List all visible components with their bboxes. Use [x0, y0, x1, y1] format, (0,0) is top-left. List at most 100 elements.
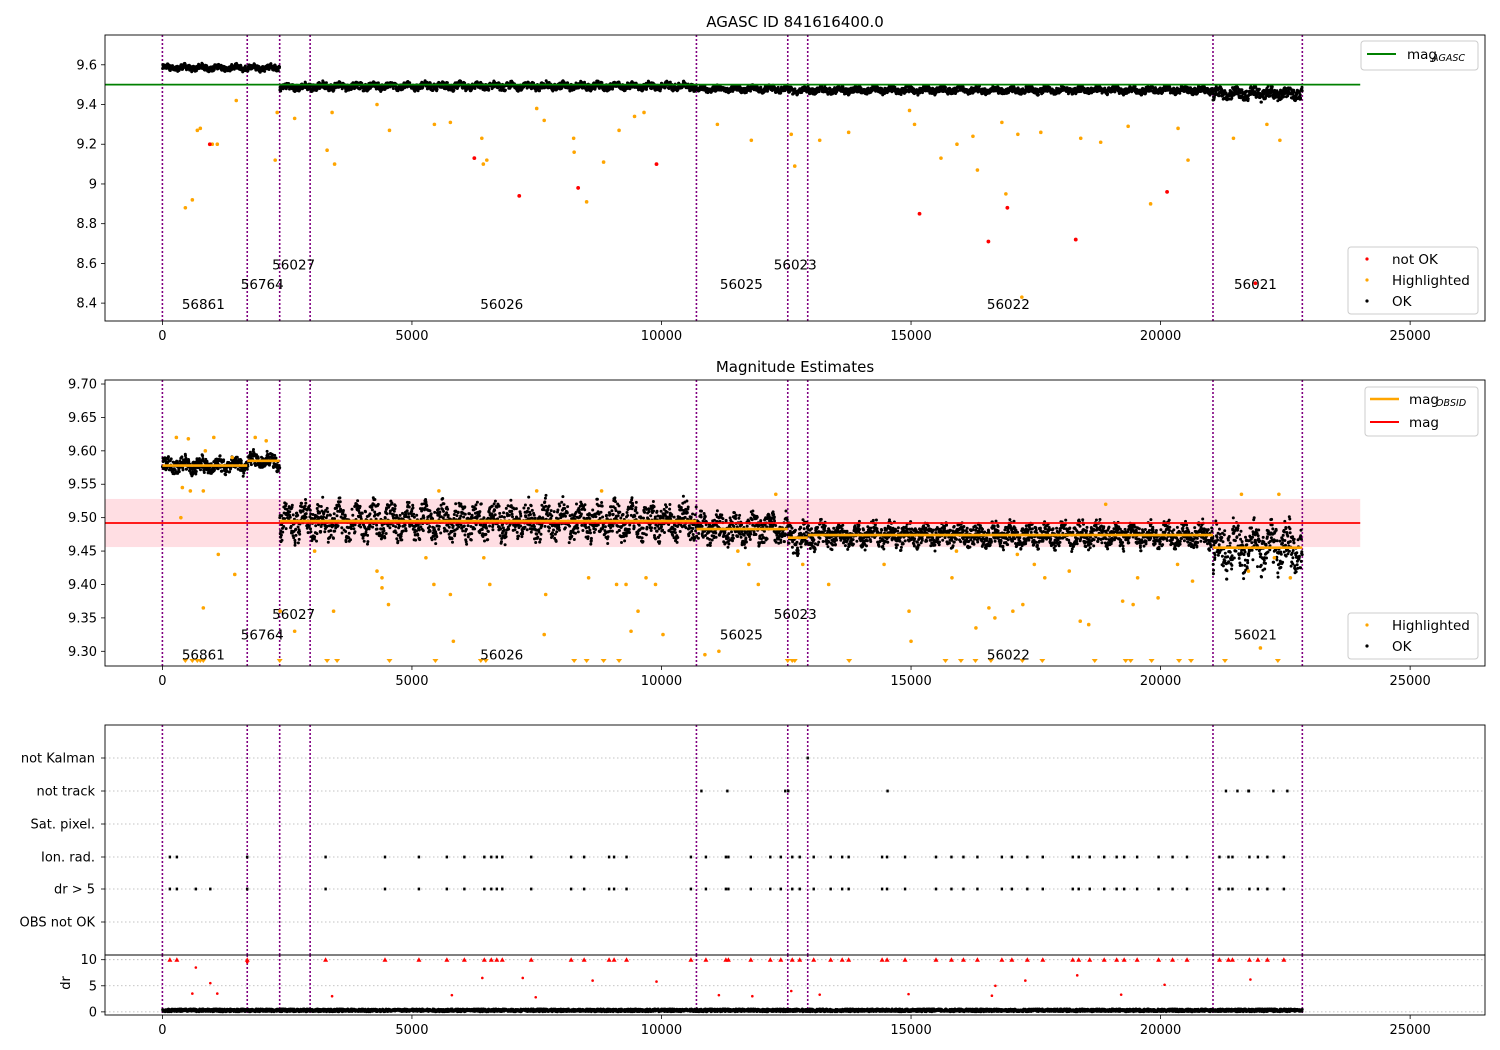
highlighted-point [190, 198, 195, 202]
ok-point [1217, 94, 1221, 98]
ok-point [180, 455, 184, 459]
highlighted-point [817, 138, 822, 143]
ok-point [1230, 96, 1234, 100]
highlighted-point [198, 126, 203, 131]
legend-highlighted: Highlighted [1392, 273, 1470, 289]
ok-point [201, 454, 205, 458]
highlighted-point [601, 160, 606, 164]
not-ok-point [517, 193, 522, 198]
highlighted-point [1126, 124, 1130, 129]
ok-point [169, 457, 173, 461]
obsid-label: 56027 [272, 257, 315, 273]
not-ok-point [917, 211, 922, 216]
highlighted-point [325, 148, 329, 152]
highlighted-point [332, 162, 337, 166]
not-ok-point [1005, 205, 1010, 210]
highlighted-point [330, 110, 334, 115]
ok-point [1270, 85, 1274, 89]
panel-magnitude-title: Magnitude Estimates [716, 358, 874, 376]
panel-agasc-title: AGASC ID 841616400.0 [706, 13, 884, 31]
x-tick-label: 15000 [890, 329, 931, 344]
highlighted-point [292, 116, 297, 121]
y-tick-label: 8.4 [76, 297, 97, 312]
ok-point [269, 62, 273, 66]
legend-ok: OK [1392, 294, 1413, 310]
highlighted-point [432, 122, 437, 127]
highlighted-point [481, 162, 486, 166]
highlighted-point [571, 136, 576, 141]
ok-point [166, 455, 170, 459]
ok-point [1257, 87, 1261, 91]
ok-point [1282, 95, 1286, 99]
ok-point [202, 471, 206, 474]
highlighted-point [1098, 140, 1103, 145]
highlighted-point [632, 114, 637, 119]
y-tick-label: 9 [89, 177, 97, 192]
legend-upper: mag AGASC [1360, 40, 1479, 71]
x-tick-label: 10000 [641, 329, 682, 344]
ok-point [1245, 89, 1249, 93]
ok-point [1300, 89, 1304, 93]
highlighted-point [1231, 136, 1236, 141]
x-tick-label: 0 [158, 329, 166, 344]
ok-point [435, 87, 439, 91]
ok-point [263, 69, 267, 73]
highlighted-point [375, 102, 379, 107]
ok-point [1246, 97, 1250, 101]
not-ok-legend-marker [1365, 257, 1369, 261]
y-tick-label: 9.2 [76, 138, 97, 153]
highlighted-point [1148, 202, 1153, 206]
y-tick-label: 8.6 [76, 257, 97, 272]
not-ok-point [1073, 237, 1078, 242]
ok-point [194, 470, 198, 473]
ok-point [1299, 97, 1303, 101]
highlighted-point [1278, 138, 1282, 143]
highlighted-point [485, 158, 489, 162]
highlighted-point [480, 136, 484, 141]
figure: AGASC ID 841616400.0 5686156764560275602… [0, 0, 1500, 1050]
ok-point [185, 467, 188, 471]
ok-point [213, 468, 216, 472]
ok-point [177, 470, 181, 474]
ok-point [452, 88, 456, 92]
highlighted-point [1176, 126, 1180, 131]
ok-point [222, 458, 226, 462]
obsid-label: 56023 [774, 257, 817, 273]
not-ok-point [472, 156, 477, 161]
highlighted-point [1004, 192, 1008, 196]
y-tick-label: 9.6 [76, 58, 97, 73]
highlighted-point [715, 122, 720, 127]
ok-point [224, 473, 228, 477]
highlighted-point [234, 98, 239, 103]
ok-point [1106, 92, 1110, 96]
ok-point [278, 65, 281, 69]
ok-point [503, 88, 507, 92]
highlighted-point [195, 128, 200, 133]
highlighted-point [1039, 130, 1043, 135]
ok-point [1300, 85, 1304, 89]
highlighted-point [1078, 136, 1083, 141]
y-tick-label: 8.8 [76, 217, 97, 232]
ok-point [199, 468, 202, 472]
ok-point [487, 88, 491, 92]
highlighted-point [617, 128, 621, 133]
obsid-label: 56764 [241, 277, 284, 293]
highlighted-point [939, 156, 943, 160]
ok-point [899, 93, 903, 96]
ok-point [1298, 93, 1302, 97]
legend-not-ok: not OK [1392, 252, 1439, 268]
ok-point [473, 87, 477, 90]
highlighted-point [275, 110, 279, 115]
ok-point [759, 85, 763, 89]
not-ok-point [207, 142, 212, 147]
highlighted-point [971, 134, 975, 139]
ok-legend-marker [1365, 299, 1369, 303]
highlighted-point [792, 164, 797, 168]
ok-point [228, 470, 232, 474]
x-tick-label: 25000 [1389, 329, 1430, 344]
obsid-label: 56022 [987, 297, 1030, 313]
ok-point [216, 467, 220, 471]
not-ok-point [986, 239, 991, 244]
highlighted-point [912, 122, 917, 127]
obsid-label: 56021 [1234, 277, 1277, 293]
